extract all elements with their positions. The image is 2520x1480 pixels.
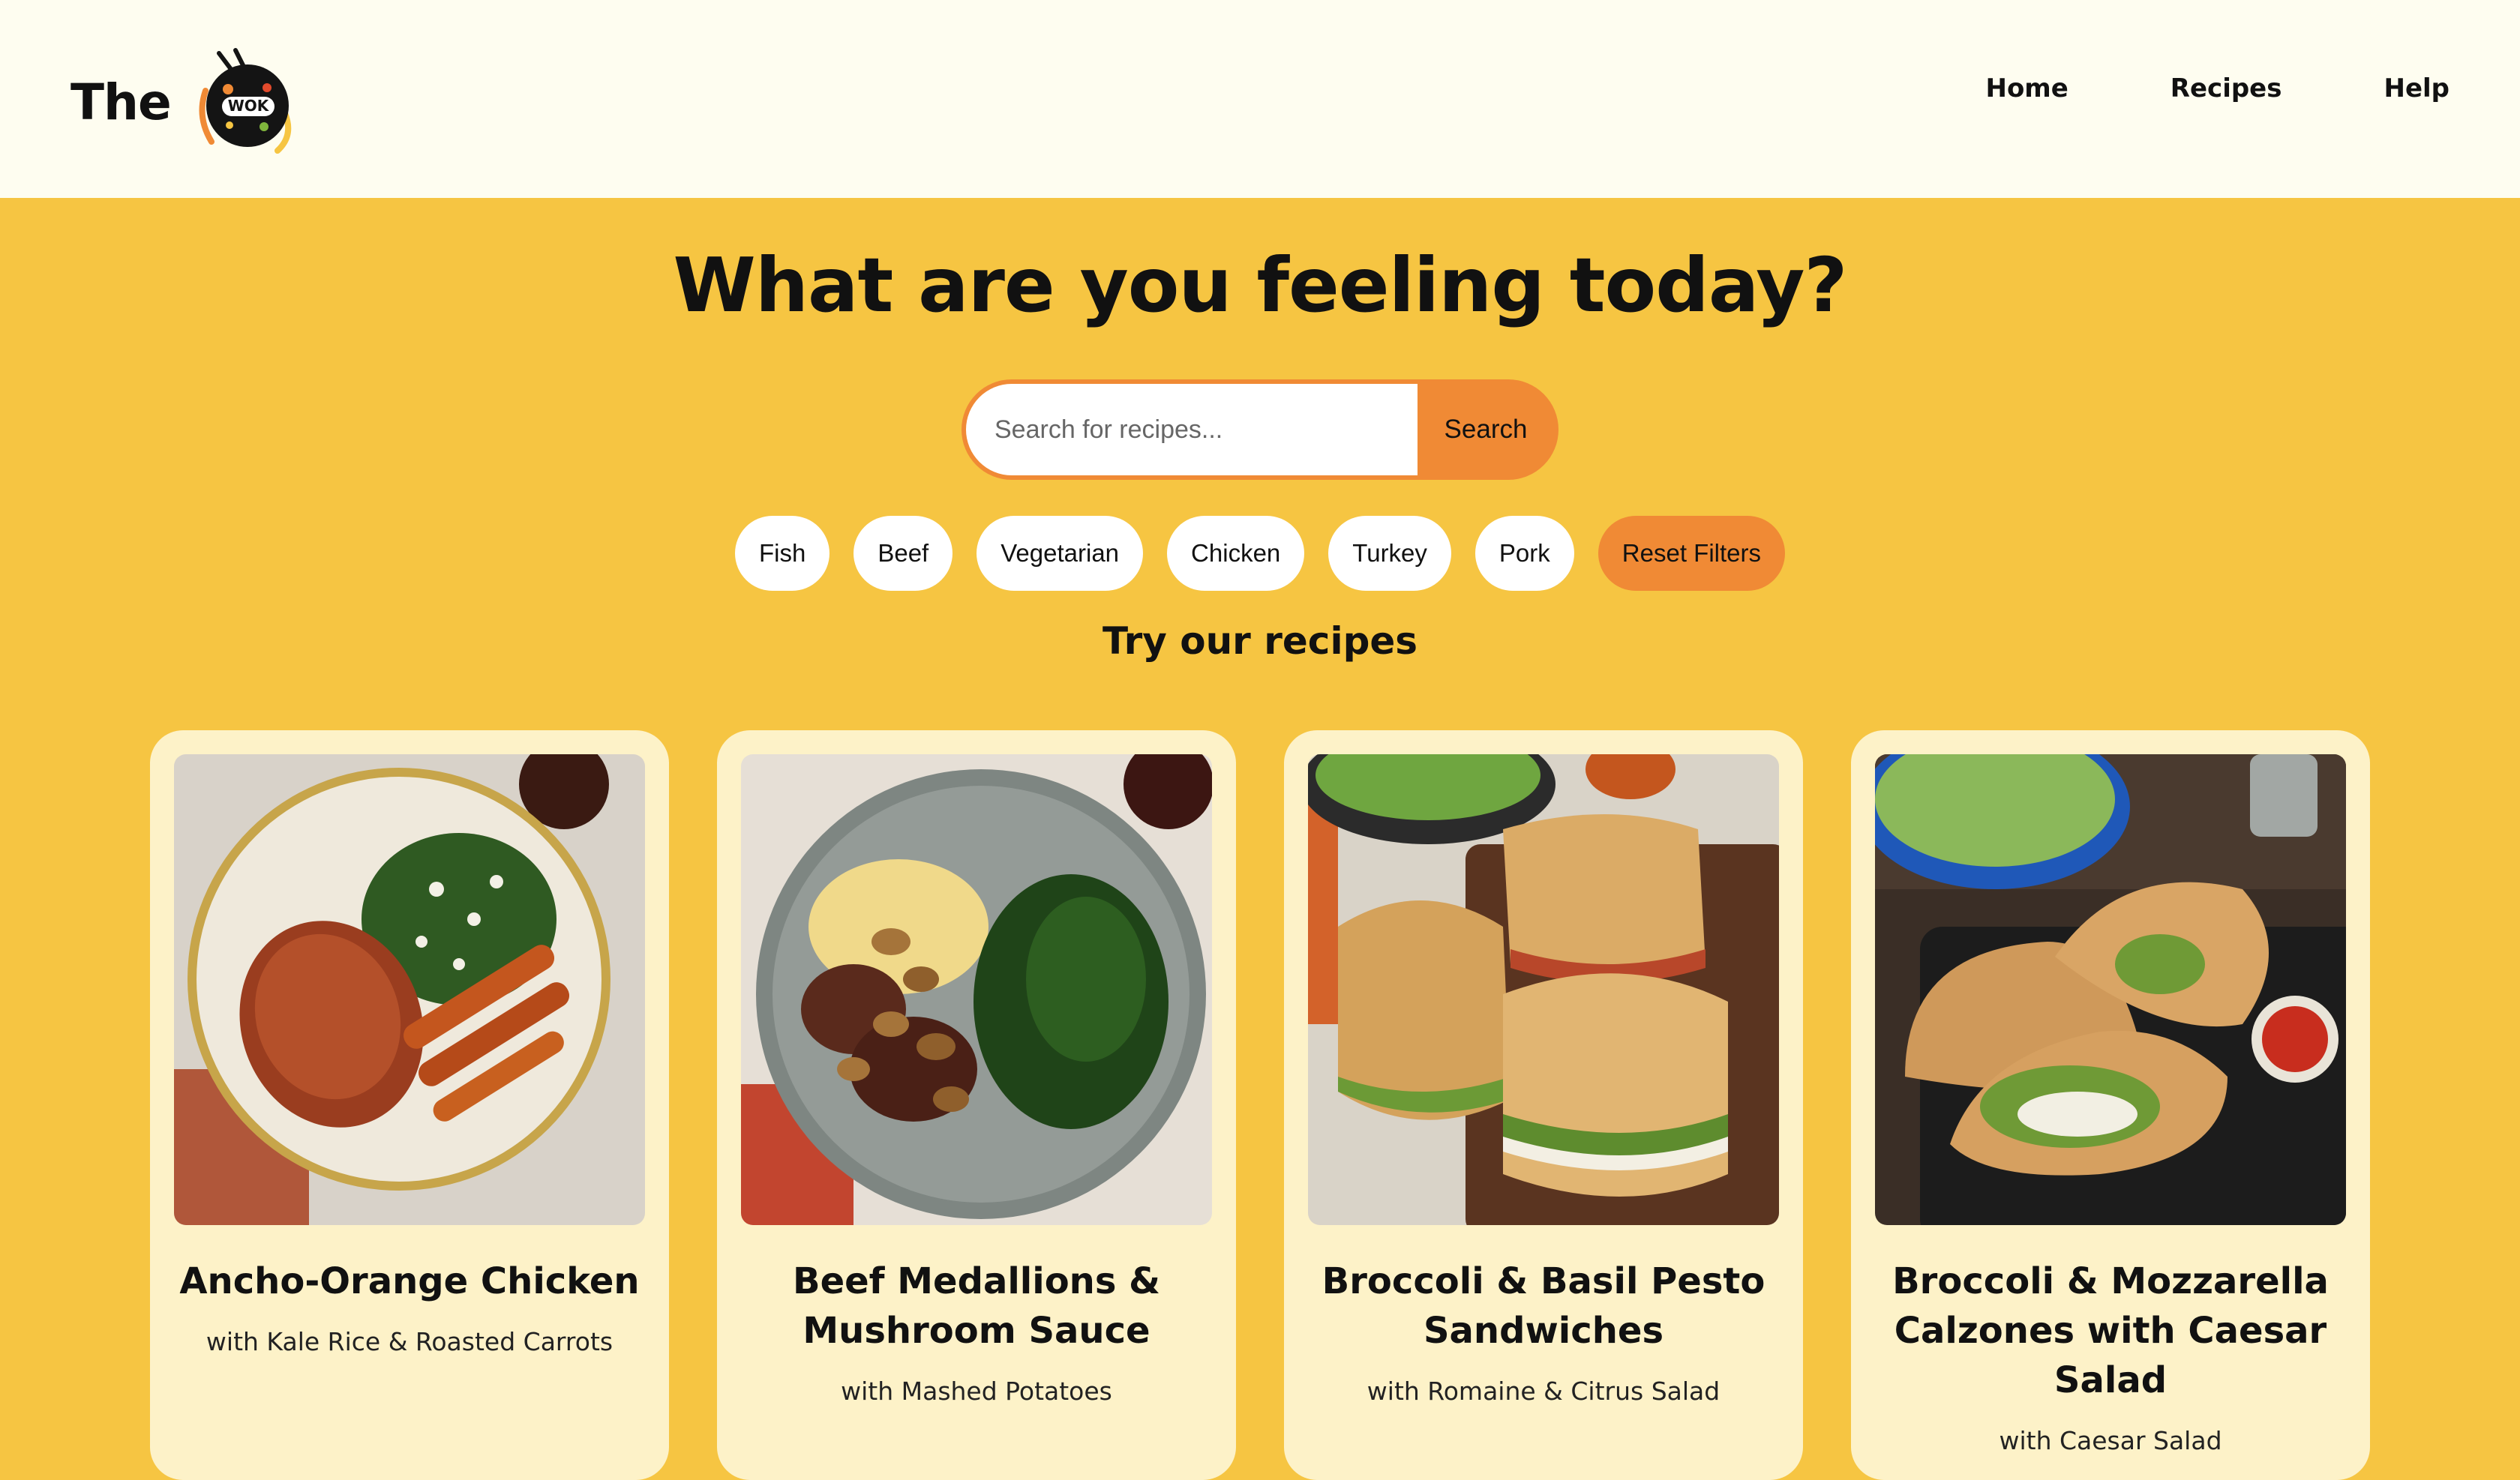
recipe-card[interactable]: Ancho-Orange Chicken with Kale Rice & Ro… — [150, 730, 669, 1480]
recipe-title: Broccoli & Basil Pesto Sandwiches — [1322, 1260, 1766, 1352]
recipe-card[interactable]: Broccoli & Basil Pesto Sandwiches with R… — [1284, 730, 1803, 1480]
reset-filters-button[interactable]: Reset Filters — [1598, 516, 1785, 591]
section-title: Try our recipes — [1102, 619, 1418, 663]
recipe-card[interactable]: Beef Medallions & Mushroom Sauce with Ma… — [717, 730, 1236, 1480]
filter-fish[interactable]: Fish — [735, 516, 830, 591]
recipe-subtitle: with Romaine & Citrus Salad — [1366, 1377, 1720, 1406]
filter-beef[interactable]: Beef — [854, 516, 953, 591]
main-nav: Home Recipes Help — [1985, 73, 2450, 103]
search-button[interactable]: Search — [1418, 384, 1554, 475]
nav-recipes-link[interactable]: Recipes — [2170, 73, 2282, 103]
recipe-title: Beef Medallions & Mushroom Sauce — [792, 1260, 1160, 1352]
recipe-title: Ancho-Orange Chicken — [179, 1260, 640, 1302]
filter-chicken[interactable]: Chicken — [1167, 516, 1305, 591]
recipe-subtitle: with Caesar Salad — [1999, 1426, 2222, 1455]
hero-title: What are you feeling today? — [673, 241, 1848, 329]
recipe-image — [1308, 754, 1779, 1225]
recipe-card[interactable]: Broccoli & Mozzarella Calzones with Caes… — [1851, 730, 2370, 1480]
filter-vegetarian[interactable]: Vegetarian — [976, 516, 1144, 591]
recipe-title: Broccoli & Mozzarella Calzones with Caes… — [1892, 1260, 2329, 1401]
site-logo[interactable]: The WOK — [70, 48, 302, 154]
site-header: The WOK Home Recipes Help — [0, 0, 2520, 198]
search-input[interactable] — [966, 384, 1418, 475]
recipe-image — [741, 754, 1212, 1225]
filter-pork[interactable]: Pork — [1474, 516, 1574, 591]
recipe-image — [174, 754, 645, 1225]
nav-help-link[interactable]: Help — [2384, 73, 2450, 103]
recipe-grid: Ancho-Orange Chicken with Kale Rice & Ro… — [150, 730, 2370, 1480]
recipe-subtitle: with Mashed Potatoes — [841, 1377, 1112, 1406]
logo-text: The — [70, 73, 172, 131]
nav-home-link[interactable]: Home — [1985, 73, 2068, 103]
recipe-image — [1875, 754, 2346, 1225]
logo-badge-text: WOK — [228, 97, 270, 115]
recipe-subtitle: with Kale Rice & Roasted Carrots — [206, 1327, 614, 1356]
wok-logo-icon: WOK — [189, 46, 302, 158]
search-bar: Search — [962, 379, 1558, 480]
filter-turkey[interactable]: Turkey — [1328, 516, 1451, 591]
filter-chips: Fish Beef Vegetarian Chicken Turkey Pork… — [0, 516, 2520, 591]
